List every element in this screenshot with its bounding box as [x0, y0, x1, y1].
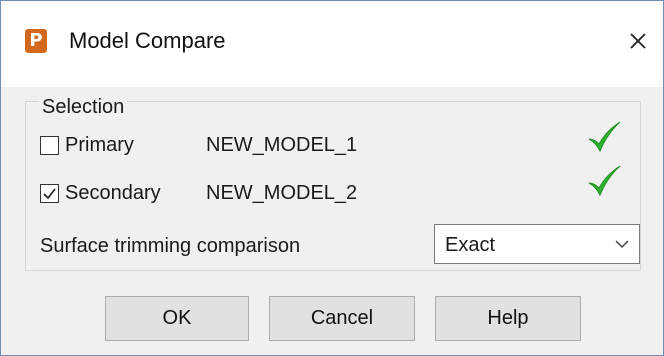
primary-checkbox-label[interactable]: Primary [65, 133, 134, 157]
selection-groupbox: Selection Primary NEW_MODEL_1 Secondary … [25, 96, 641, 271]
chevron-down-icon [615, 240, 629, 249]
help-button[interactable]: Help [435, 296, 581, 341]
surface-trimming-select[interactable]: Exact [434, 224, 640, 264]
surface-trimming-label: Surface trimming comparison [40, 235, 301, 257]
secondary-checkbox-row[interactable]: Secondary [40, 178, 161, 208]
checkmark-icon [43, 188, 56, 199]
model-compare-dialog: P Model Compare Selection Primary NEW_MO… [0, 0, 664, 356]
primary-checkbox[interactable] [40, 135, 59, 155]
surface-trimming-value: Exact [445, 234, 496, 256]
primary-checkbox-row[interactable]: Primary [40, 130, 134, 160]
selection-group-label: Selection [39, 96, 128, 118]
secondary-checkbox-label[interactable]: Secondary [65, 181, 161, 205]
primary-green-check-icon [588, 121, 621, 153]
secondary-model-name: NEW_MODEL_2 [206, 182, 358, 204]
title-bar[interactable]: P Model Compare [1, 1, 663, 87]
close-icon [630, 33, 646, 49]
close-button[interactable] [623, 26, 653, 56]
primary-model-name: NEW_MODEL_1 [206, 134, 358, 156]
dialog-body: Selection Primary NEW_MODEL_1 Secondary … [1, 87, 663, 355]
dialog-title: Model Compare [69, 28, 226, 53]
ok-button[interactable]: OK [105, 296, 249, 341]
secondary-checkbox[interactable] [40, 183, 59, 203]
cancel-button[interactable]: Cancel [269, 296, 415, 341]
app-logo-icon: P [25, 29, 47, 53]
secondary-green-check-icon [588, 165, 621, 197]
